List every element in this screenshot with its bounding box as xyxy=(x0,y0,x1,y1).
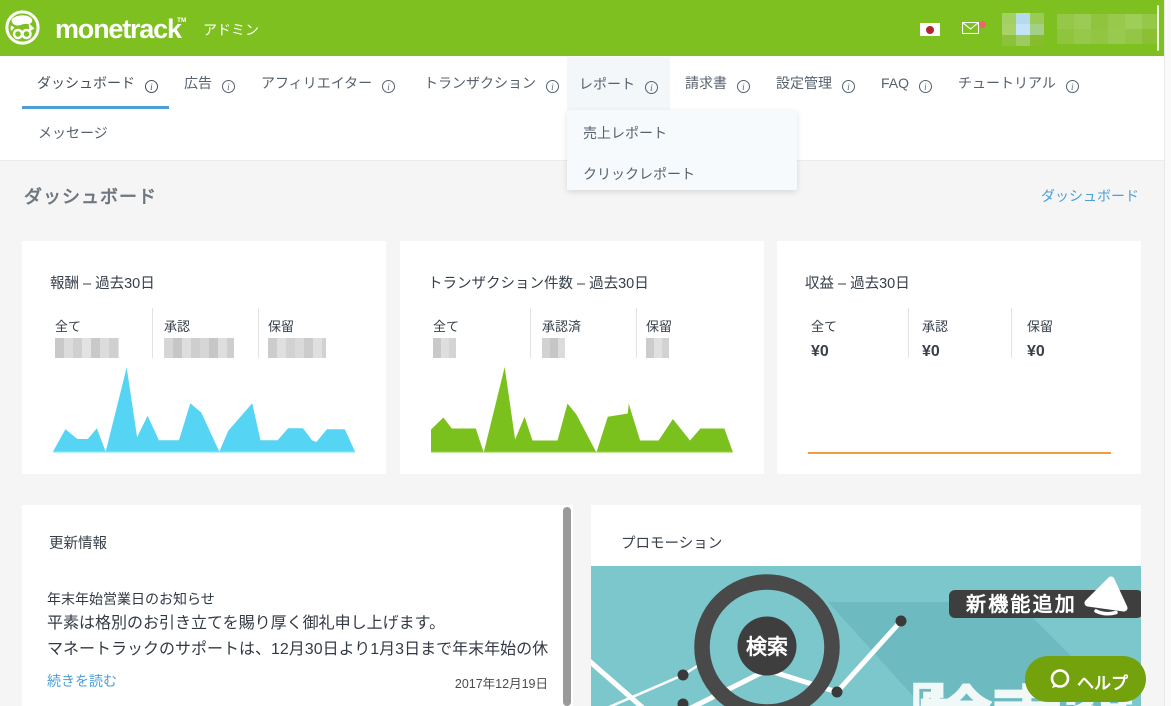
svg-text:検索: 検索 xyxy=(746,635,788,659)
svg-text:新機能追加: 新機能追加 xyxy=(965,592,1077,616)
